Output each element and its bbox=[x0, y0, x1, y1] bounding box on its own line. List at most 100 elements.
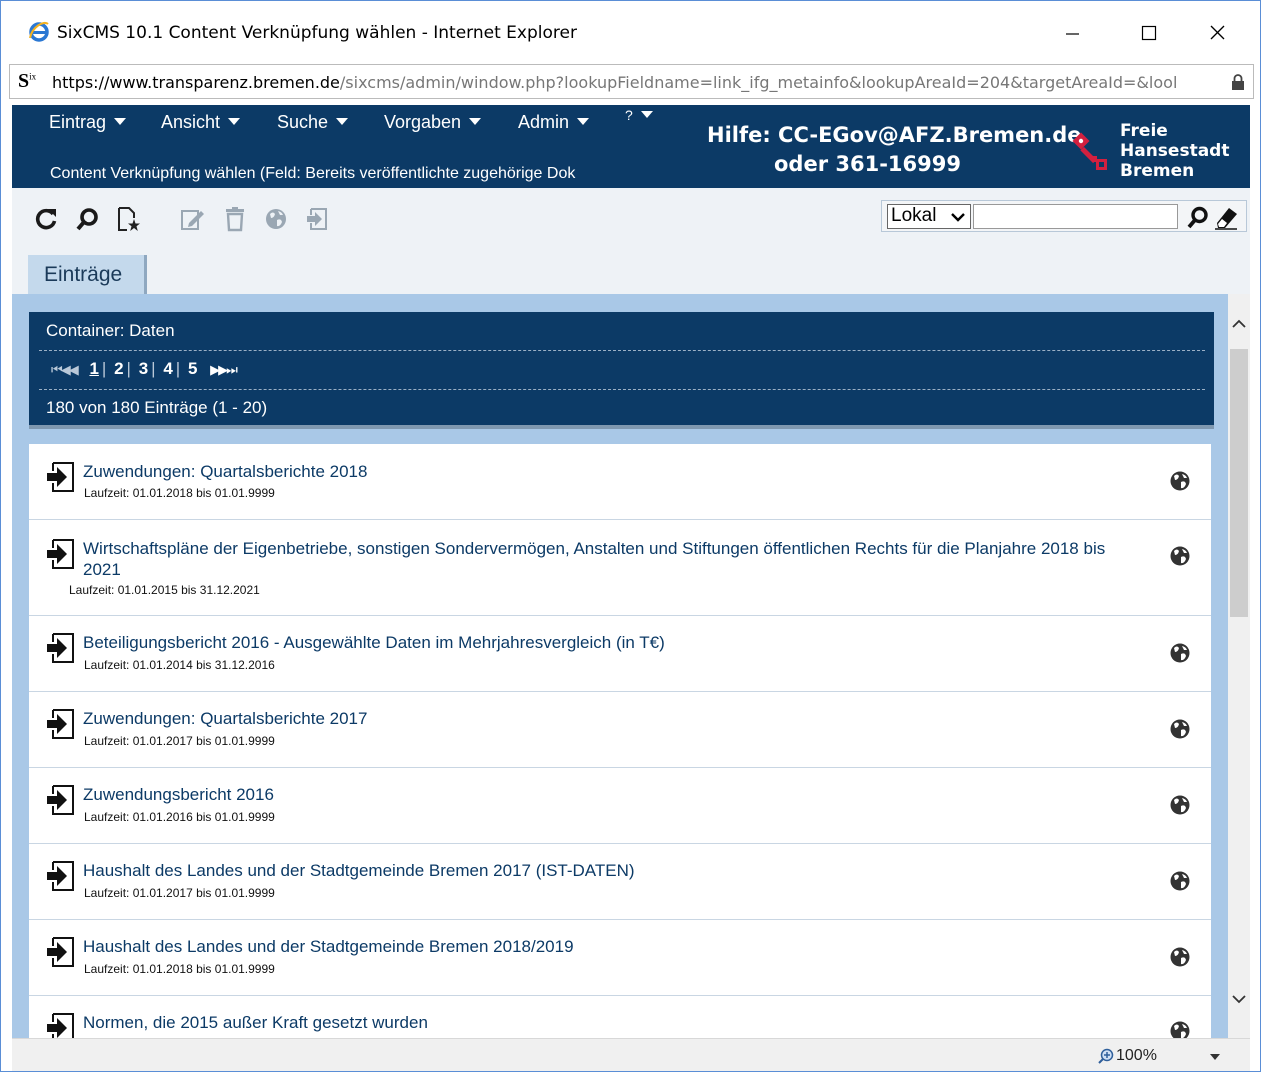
globe-icon[interactable] bbox=[1169, 946, 1191, 968]
select-entry-icon[interactable] bbox=[45, 632, 75, 664]
select-entry-icon[interactable] bbox=[45, 784, 75, 816]
list-item[interactable]: Haushalt des Landes und der Stadtgemeind… bbox=[29, 844, 1211, 920]
vertical-scrollbar[interactable] bbox=[1228, 294, 1250, 1038]
divider bbox=[39, 350, 1205, 351]
url-path: /sixcms/admin/window.php?lookupFieldname… bbox=[339, 73, 1178, 92]
entry-runtime: Laufzeit: 01.01.2014 bis 31.12.2016 bbox=[84, 658, 275, 672]
help-contact: Hilfe: CC-EGov@AFZ.Bremen.de oder 361-16… bbox=[707, 121, 1082, 179]
content-area: Container: Daten ⏮◀◀ 1 | 2 | 3 | 4 | 5 ▶▶⏭ 1… bbox=[12, 294, 1228, 1038]
cms-header: Eintrag Ansicht Suche Vorgaben Admin ? C… bbox=[12, 105, 1250, 188]
list-item[interactable]: Haushalt des Landes und der Stadtgemeind… bbox=[29, 920, 1211, 996]
tab-bar: Einträge bbox=[12, 250, 1250, 295]
menu-label: Ansicht bbox=[161, 112, 221, 132]
search-submit-icon[interactable] bbox=[1186, 205, 1210, 229]
globe-icon[interactable] bbox=[1169, 870, 1191, 892]
maximize-button[interactable] bbox=[1125, 15, 1171, 49]
list-item[interactable]: Wirtschaftspläne der Eigenbetriebe, sons… bbox=[29, 520, 1211, 616]
tab-eintraege[interactable]: Einträge bbox=[28, 255, 147, 295]
caret-down-icon bbox=[577, 117, 590, 125]
globe-icon[interactable] bbox=[1169, 1020, 1191, 1038]
new-entry-icon[interactable] bbox=[115, 206, 141, 232]
menu-help[interactable]: ? bbox=[625, 107, 653, 123]
entry-title[interactable]: Haushalt des Landes und der Stadtgemeind… bbox=[83, 860, 1143, 881]
select-entry-icon[interactable] bbox=[45, 936, 75, 968]
list-item[interactable]: Zuwendungsbericht 2016 Laufzeit: 01.01.2… bbox=[29, 768, 1211, 844]
globe-icon[interactable] bbox=[1169, 642, 1191, 664]
dialog-subtitle: Content Verknüpfung wählen (Feld: Bereit… bbox=[50, 165, 576, 182]
help-email: Hilfe: CC-EGov@AFZ.Bremen.de bbox=[707, 123, 1082, 147]
menu-ansicht[interactable]: Ansicht bbox=[161, 112, 241, 133]
list-item[interactable]: Zuwendungen: Quartalsberichte 2017 Laufz… bbox=[29, 692, 1211, 768]
select-entry-icon[interactable] bbox=[45, 708, 75, 740]
select-entry-icon[interactable] bbox=[45, 1012, 75, 1038]
entry-runtime: Laufzeit: 01.01.2017 bis 01.01.9999 bbox=[84, 886, 275, 900]
page-link[interactable]: 3 bbox=[139, 359, 148, 378]
entry-runtime: Laufzeit: 01.01.2015 bis 31.12.2021 bbox=[69, 583, 260, 597]
search-input[interactable] bbox=[973, 204, 1178, 229]
eraser-icon[interactable] bbox=[1213, 204, 1239, 230]
export-icon[interactable] bbox=[305, 206, 331, 232]
entry-title[interactable]: Zuwendungsbericht 2016 bbox=[83, 784, 1143, 805]
select-entry-icon[interactable] bbox=[45, 538, 75, 570]
scope-select[interactable]: Lokal bbox=[887, 204, 971, 229]
globe-icon[interactable] bbox=[1169, 718, 1191, 740]
caret-down-icon[interactable] bbox=[1210, 1054, 1220, 1060]
menu-admin[interactable]: Admin bbox=[518, 112, 590, 133]
entry-runtime: Laufzeit: 01.01.2017 bis 01.01.9999 bbox=[84, 734, 275, 748]
sixcms-site-icon: Six bbox=[18, 70, 37, 92]
menu-vorgaben[interactable]: Vorgaben bbox=[384, 112, 482, 133]
browser-window: SixCMS 10.1 Content Verknüpfung wählen -… bbox=[0, 0, 1261, 1072]
menu-label: Vorgaben bbox=[384, 112, 462, 132]
zoom-icon[interactable] bbox=[1098, 1048, 1114, 1064]
caret-down-icon bbox=[228, 117, 241, 125]
search-icon[interactable] bbox=[75, 206, 101, 232]
delete-icon[interactable] bbox=[222, 206, 248, 232]
scroll-up-icon[interactable] bbox=[1232, 319, 1246, 329]
select-entry-icon[interactable] bbox=[45, 461, 75, 493]
entry-title[interactable]: Zuwendungen: Quartalsberichte 2018 bbox=[83, 461, 1143, 482]
scroll-down-icon[interactable] bbox=[1232, 994, 1246, 1004]
entry-title[interactable]: Zuwendungen: Quartalsberichte 2017 bbox=[83, 708, 1143, 729]
scrollbar-thumb[interactable] bbox=[1230, 349, 1248, 617]
caret-down-icon bbox=[336, 117, 349, 125]
globe-icon[interactable] bbox=[263, 206, 289, 232]
entry-list: Zuwendungen: Quartalsberichte 2018 Laufz… bbox=[29, 444, 1211, 1038]
select-entry-icon[interactable] bbox=[45, 860, 75, 892]
page-link[interactable]: 5 bbox=[188, 359, 197, 378]
internet-explorer-icon bbox=[29, 21, 49, 42]
globe-icon[interactable] bbox=[1169, 470, 1191, 492]
brand-line: Hansestadt bbox=[1120, 141, 1230, 161]
url-text[interactable]: https://www.transparenz.bremen.de/sixcms… bbox=[52, 73, 1220, 92]
bremen-key-logo bbox=[1072, 132, 1107, 170]
chevron-down-icon bbox=[951, 213, 965, 222]
globe-icon[interactable] bbox=[1169, 794, 1191, 816]
refresh-icon[interactable] bbox=[33, 206, 59, 232]
menu-eintrag[interactable]: Eintrag bbox=[49, 112, 127, 133]
toolbar: Lokal bbox=[12, 188, 1250, 250]
lock-icon[interactable] bbox=[1231, 74, 1245, 90]
edit-icon[interactable] bbox=[179, 206, 205, 232]
entry-count: 180 von 180 Einträge (1 - 20) bbox=[46, 398, 268, 417]
minimize-button[interactable] bbox=[1049, 15, 1095, 49]
list-item[interactable]: Zuwendungen: Quartalsberichte 2018 Laufz… bbox=[29, 444, 1211, 520]
list-item[interactable]: Beteiligungsbericht 2016 - Ausgewählte D… bbox=[29, 616, 1211, 692]
entry-title[interactable]: Normen, die 2015 außer Kraft gesetzt wur… bbox=[83, 1012, 1143, 1033]
url-prefix: https://www.transparenz. bbox=[52, 73, 254, 92]
menu-suche[interactable]: Suche bbox=[277, 112, 349, 133]
next-last-page-icon[interactable]: ▶▶⏭ bbox=[210, 362, 238, 377]
caret-down-icon bbox=[469, 117, 482, 125]
list-item[interactable]: Normen, die 2015 außer Kraft gesetzt wur… bbox=[29, 996, 1211, 1038]
close-button[interactable] bbox=[1194, 15, 1240, 49]
caret-down-icon bbox=[114, 117, 127, 125]
page-link[interactable]: 4 bbox=[163, 359, 172, 378]
entry-title[interactable]: Wirtschaftspläne der Eigenbetriebe, sons… bbox=[83, 538, 1143, 580]
page-link[interactable]: 1 bbox=[89, 359, 98, 378]
page-link[interactable]: 2 bbox=[114, 359, 123, 378]
globe-icon[interactable] bbox=[1169, 545, 1191, 567]
first-prev-page-icon[interactable]: ⏮◀◀ bbox=[51, 362, 79, 377]
zoom-level[interactable]: 100% bbox=[1116, 1047, 1157, 1065]
entry-title[interactable]: Beteiligungsbericht 2016 - Ausgewählte D… bbox=[83, 632, 1143, 653]
address-bar[interactable]: Six https://www.transparenz.bremen.de/si… bbox=[9, 64, 1254, 99]
entry-title[interactable]: Haushalt des Landes und der Stadtgemeind… bbox=[83, 936, 1143, 957]
menu-label: Suche bbox=[277, 112, 329, 132]
